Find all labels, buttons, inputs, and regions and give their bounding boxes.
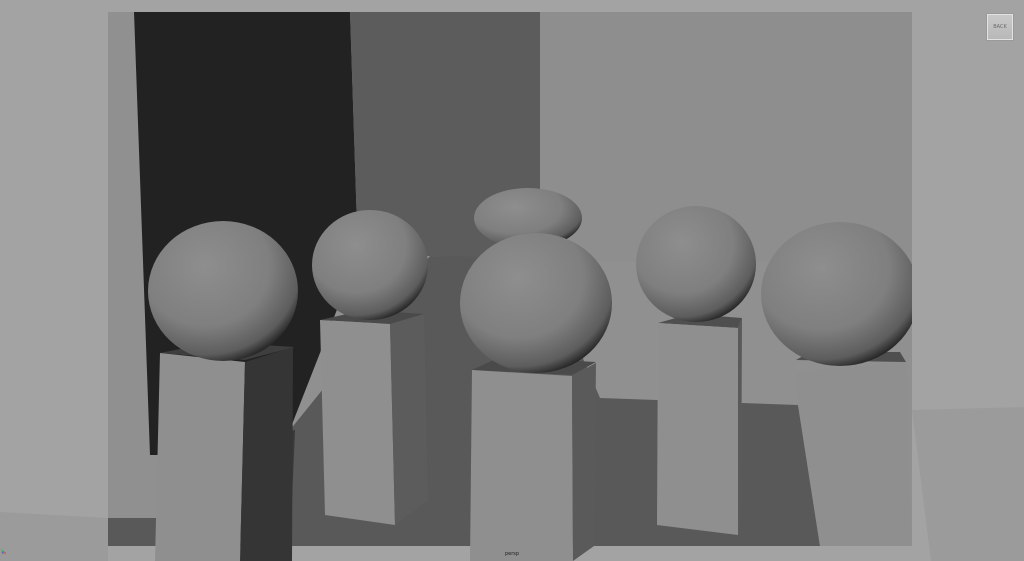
sphere-1[interactable] xyxy=(148,221,298,361)
axis-gizmo-icon xyxy=(1,541,7,554)
pedestal-3-side xyxy=(572,363,596,561)
pedestal-2-front xyxy=(320,320,395,525)
gate-mask-right xyxy=(912,12,1024,407)
floor-corner xyxy=(108,518,156,546)
scene xyxy=(0,0,1024,561)
pedestal-2-side xyxy=(390,314,428,525)
pedestal-1-side xyxy=(240,347,293,561)
pedestal-1-front xyxy=(155,353,245,561)
pedestal-4-front xyxy=(657,323,738,535)
ground-plane-right xyxy=(912,407,1024,561)
sphere-4[interactable] xyxy=(636,206,756,322)
sphere-3-bottom[interactable] xyxy=(460,233,612,373)
pedestal-3-front xyxy=(470,370,573,561)
camera-name-label: persp xyxy=(504,551,520,557)
viewcube-back-button[interactable]: BACK xyxy=(987,14,1013,40)
3d-viewport[interactable] xyxy=(0,0,1024,561)
sphere-2[interactable] xyxy=(312,210,428,320)
sphere-5[interactable] xyxy=(761,222,919,366)
